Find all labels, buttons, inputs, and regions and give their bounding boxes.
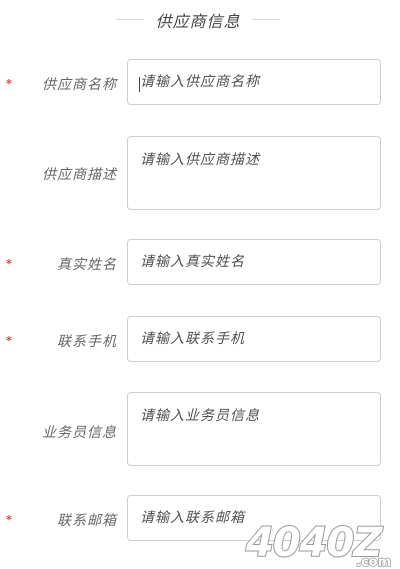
contact-phone-input[interactable] <box>127 316 381 362</box>
form-row-salesperson-info: 业务员信息 <box>0 392 400 468</box>
header-divider-left <box>116 19 144 20</box>
text-caret <box>139 77 140 92</box>
form-row-supplier-name: * 供应商名称 <box>0 58 400 106</box>
field-label-supplier-name: 供应商名称 <box>42 77 117 93</box>
required-marker: * <box>6 513 12 526</box>
field-label-supplier-description: 供应商描述 <box>42 167 117 183</box>
required-marker: * <box>6 257 12 270</box>
field-label-real-name: 真实姓名 <box>57 257 117 273</box>
field-label-salesperson-info: 业务员信息 <box>42 425 117 441</box>
section-title: 供应商信息 <box>155 12 241 31</box>
supplier-description-textarea[interactable] <box>127 136 381 210</box>
required-marker: * <box>6 77 12 90</box>
form-row-supplier-description: 供应商描述 <box>0 136 400 212</box>
required-marker: * <box>6 334 12 347</box>
header-divider-right <box>252 19 280 20</box>
salesperson-info-textarea[interactable] <box>127 392 381 466</box>
watermark-suffix: .com <box>356 555 391 569</box>
real-name-input[interactable] <box>127 239 381 285</box>
field-label-contact-email: 联系邮箱 <box>57 513 117 529</box>
form-row-contact-phone: * 联系手机 <box>0 315 400 363</box>
watermark-logo: 4040Z .com <box>244 519 392 569</box>
supplier-name-input[interactable] <box>127 59 381 105</box>
form-row-real-name: * 真实姓名 <box>0 238 400 286</box>
section-header: 供应商信息 <box>0 8 400 31</box>
field-label-contact-phone: 联系手机 <box>57 334 117 350</box>
